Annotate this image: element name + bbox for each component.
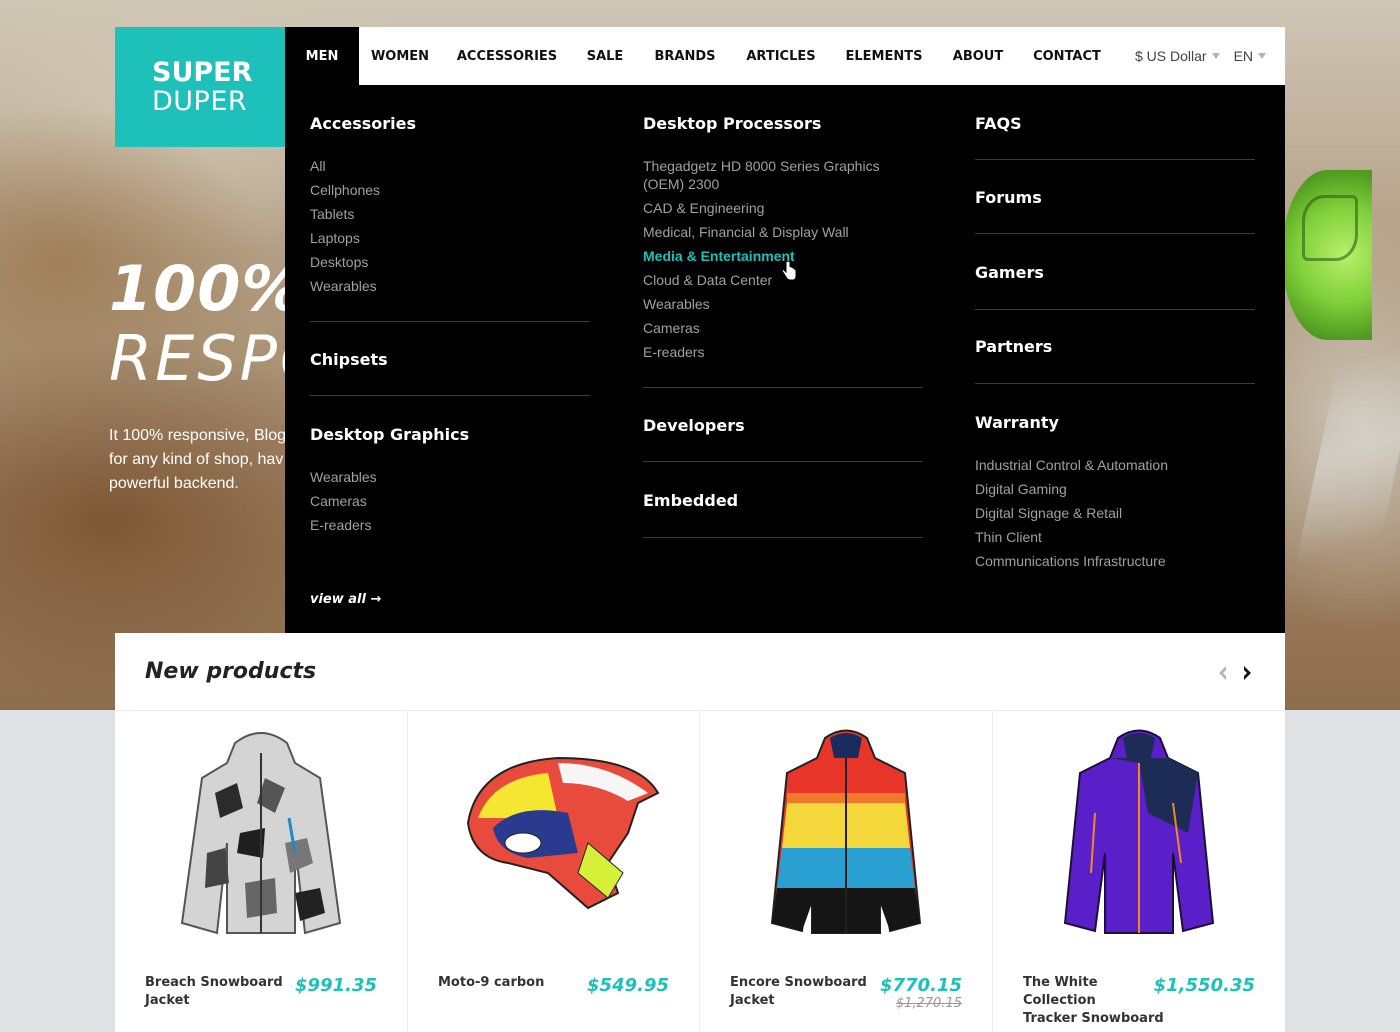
hero-desc-line: powerful backend. [109, 475, 239, 492]
nav-about[interactable]: ABOUT [939, 27, 1017, 85]
site-logo[interactable]: SUPER DUPER [115, 27, 285, 147]
main-nav: MEN WOMEN ACCESSORIES SALE BRANDS ARTICL… [285, 27, 1285, 85]
product-name-line: Breach Snowboard [145, 975, 283, 990]
menu-item-cameras[interactable]: Cameras [643, 319, 700, 337]
product-card[interactable]: Breach Snowboard Jacket $991.35 [115, 711, 408, 1032]
menu-heading-desktop-graphics[interactable]: Desktop Graphics [310, 425, 469, 444]
menu-item-cameras[interactable]: Cameras [310, 492, 367, 510]
product-name[interactable]: Moto-9 carbon [438, 974, 588, 992]
menu-item-cloud-data-center[interactable]: Cloud & Data Center [643, 271, 772, 289]
menu-divider [310, 321, 590, 322]
menu-divider [643, 387, 923, 388]
product-price: $1,550.35 [1153, 975, 1255, 996]
menu-heading-faqs[interactable]: FAQS [975, 114, 1022, 133]
menu-item-industrial-control[interactable]: Industrial Control & Automation [975, 456, 1168, 474]
prev-arrow-icon[interactable] [1215, 665, 1231, 681]
menu-heading-chipsets[interactable]: Chipsets [310, 350, 388, 369]
product-price: $991.35 [295, 975, 377, 996]
menu-item-cellphones[interactable]: Cellphones [310, 181, 380, 199]
language-label: EN [1233, 48, 1254, 64]
menu-item-thin-client[interactable]: Thin Client [975, 528, 1042, 546]
menu-item-digital-gaming[interactable]: Digital Gaming [975, 480, 1067, 498]
menu-item-media-entertainment[interactable]: Media & Entertainment [643, 247, 795, 265]
product-name[interactable]: Encore Snowboard Jacket [730, 974, 880, 1010]
menu-item-digital-signage[interactable]: Digital Signage & Retail [975, 504, 1122, 522]
menu-divider [975, 309, 1255, 310]
menu-heading-gamers[interactable]: Gamers [975, 263, 1044, 282]
menu-divider [310, 395, 590, 396]
product-image-camo-jacket[interactable] [145, 723, 377, 943]
menu-heading-forums[interactable]: Forums [975, 188, 1042, 207]
product-price: $549.95 [587, 975, 669, 996]
currency-label: $ US Dollar [1135, 48, 1207, 64]
hand-cursor-icon [781, 261, 797, 281]
logo-line-1: SUPER [152, 57, 253, 88]
nav-sale[interactable]: SALE [573, 27, 637, 85]
menu-item-e-readers[interactable]: E-readers [643, 343, 704, 361]
language-selector[interactable]: EN [1233, 27, 1267, 85]
chevron-down-icon [1211, 53, 1220, 59]
menu-item-e-readers[interactable]: E-readers [310, 516, 371, 534]
product-name-line: The White Collection [1023, 975, 1098, 1008]
menu-item-tablets[interactable]: Tablets [310, 205, 354, 223]
hero-desc-line: It 100% responsive, Blog [109, 427, 285, 444]
menu-heading-accessories[interactable]: Accessories [310, 114, 416, 133]
nav-articles[interactable]: ARTICLES [733, 27, 829, 85]
product-card[interactable]: Moto-9 carbon $549.95 [408, 711, 700, 1032]
menu-heading-desktop-processors[interactable]: Desktop Processors [643, 114, 821, 133]
nav-men[interactable]: MEN [285, 27, 359, 85]
product-name[interactable]: The White Collection Tracker Snowboard [1023, 974, 1173, 1028]
menu-heading-embedded[interactable]: Embedded [643, 491, 738, 510]
product-old-price: $1,270.15 [895, 996, 962, 1011]
product-image-helmet[interactable] [438, 723, 670, 943]
nav-contact[interactable]: CONTACT [1017, 27, 1117, 85]
nav-elements[interactable]: ELEMENTS [829, 27, 939, 85]
hero-title-bold: 100% [109, 252, 305, 325]
product-name-line: Moto-9 carbon [438, 975, 545, 990]
mega-menu: Accessories All Cellphones Tablets Lapto… [285, 85, 1285, 633]
menu-heading-warranty[interactable]: Warranty [975, 413, 1059, 432]
menu-item-wearables[interactable]: Wearables [310, 277, 377, 295]
hero-desc-line: for any kind of shop, hav [109, 451, 284, 468]
new-products-section: New products Breach Snowboard Jacket $99… [115, 633, 1285, 1032]
currency-selector[interactable]: $ US Dollar [1135, 27, 1220, 85]
menu-divider [975, 159, 1255, 160]
menu-heading-partners[interactable]: Partners [975, 337, 1052, 356]
menu-heading-developers[interactable]: Developers [643, 416, 745, 435]
product-name[interactable]: Breach Snowboard Jacket [145, 974, 295, 1010]
menu-divider [643, 461, 923, 462]
product-card[interactable]: The White Collection Tracker Snowboard $… [993, 711, 1285, 1032]
menu-divider [975, 233, 1255, 234]
chevron-down-icon [1258, 53, 1267, 59]
menu-item-desktops[interactable]: Desktops [310, 253, 368, 271]
product-price: $770.15 [880, 975, 962, 996]
menu-item-all[interactable]: All [310, 157, 326, 175]
nav-women[interactable]: WOMEN [359, 27, 441, 85]
product-image-purple-jacket[interactable] [1023, 723, 1255, 943]
product-name-line: Encore Snowboard [730, 975, 867, 990]
nav-accessories[interactable]: ACCESSORIES [441, 27, 573, 85]
logo-line-2: DUPER [152, 86, 248, 117]
view-all-link[interactable]: view all → [310, 592, 381, 607]
menu-item-wearables[interactable]: Wearables [310, 468, 377, 486]
product-image-striped-jacket[interactable] [730, 723, 962, 943]
hero-description: It 100% responsive, Blog for any kind of… [109, 424, 285, 496]
product-name-line: Jacket [730, 993, 775, 1008]
product-card[interactable]: Encore Snowboard Jacket $770.15 $1,270.1… [700, 711, 993, 1032]
nav-brands[interactable]: BRANDS [637, 27, 733, 85]
menu-item-hd-8000-series-line2[interactable]: (OEM) 2300 [643, 175, 719, 193]
menu-item-communications[interactable]: Communications Infrastructure [975, 552, 1166, 570]
menu-item-wearables[interactable]: Wearables [643, 295, 710, 313]
menu-item-hd-8000-series[interactable]: Thegadgetz HD 8000 Series Graphics [643, 157, 880, 175]
menu-divider [975, 383, 1255, 384]
next-arrow-icon[interactable] [1239, 665, 1255, 681]
section-title: New products [145, 659, 317, 684]
menu-item-medical-financial[interactable]: Medical, Financial & Display Wall [643, 223, 849, 241]
product-name-line: Jacket [145, 993, 190, 1008]
menu-item-laptops[interactable]: Laptops [310, 229, 360, 247]
dust-spray [1288, 300, 1400, 600]
menu-item-cad-engineering[interactable]: CAD & Engineering [643, 199, 764, 217]
menu-divider [643, 537, 923, 538]
product-name-line: Tracker Snowboard [1023, 1011, 1164, 1026]
